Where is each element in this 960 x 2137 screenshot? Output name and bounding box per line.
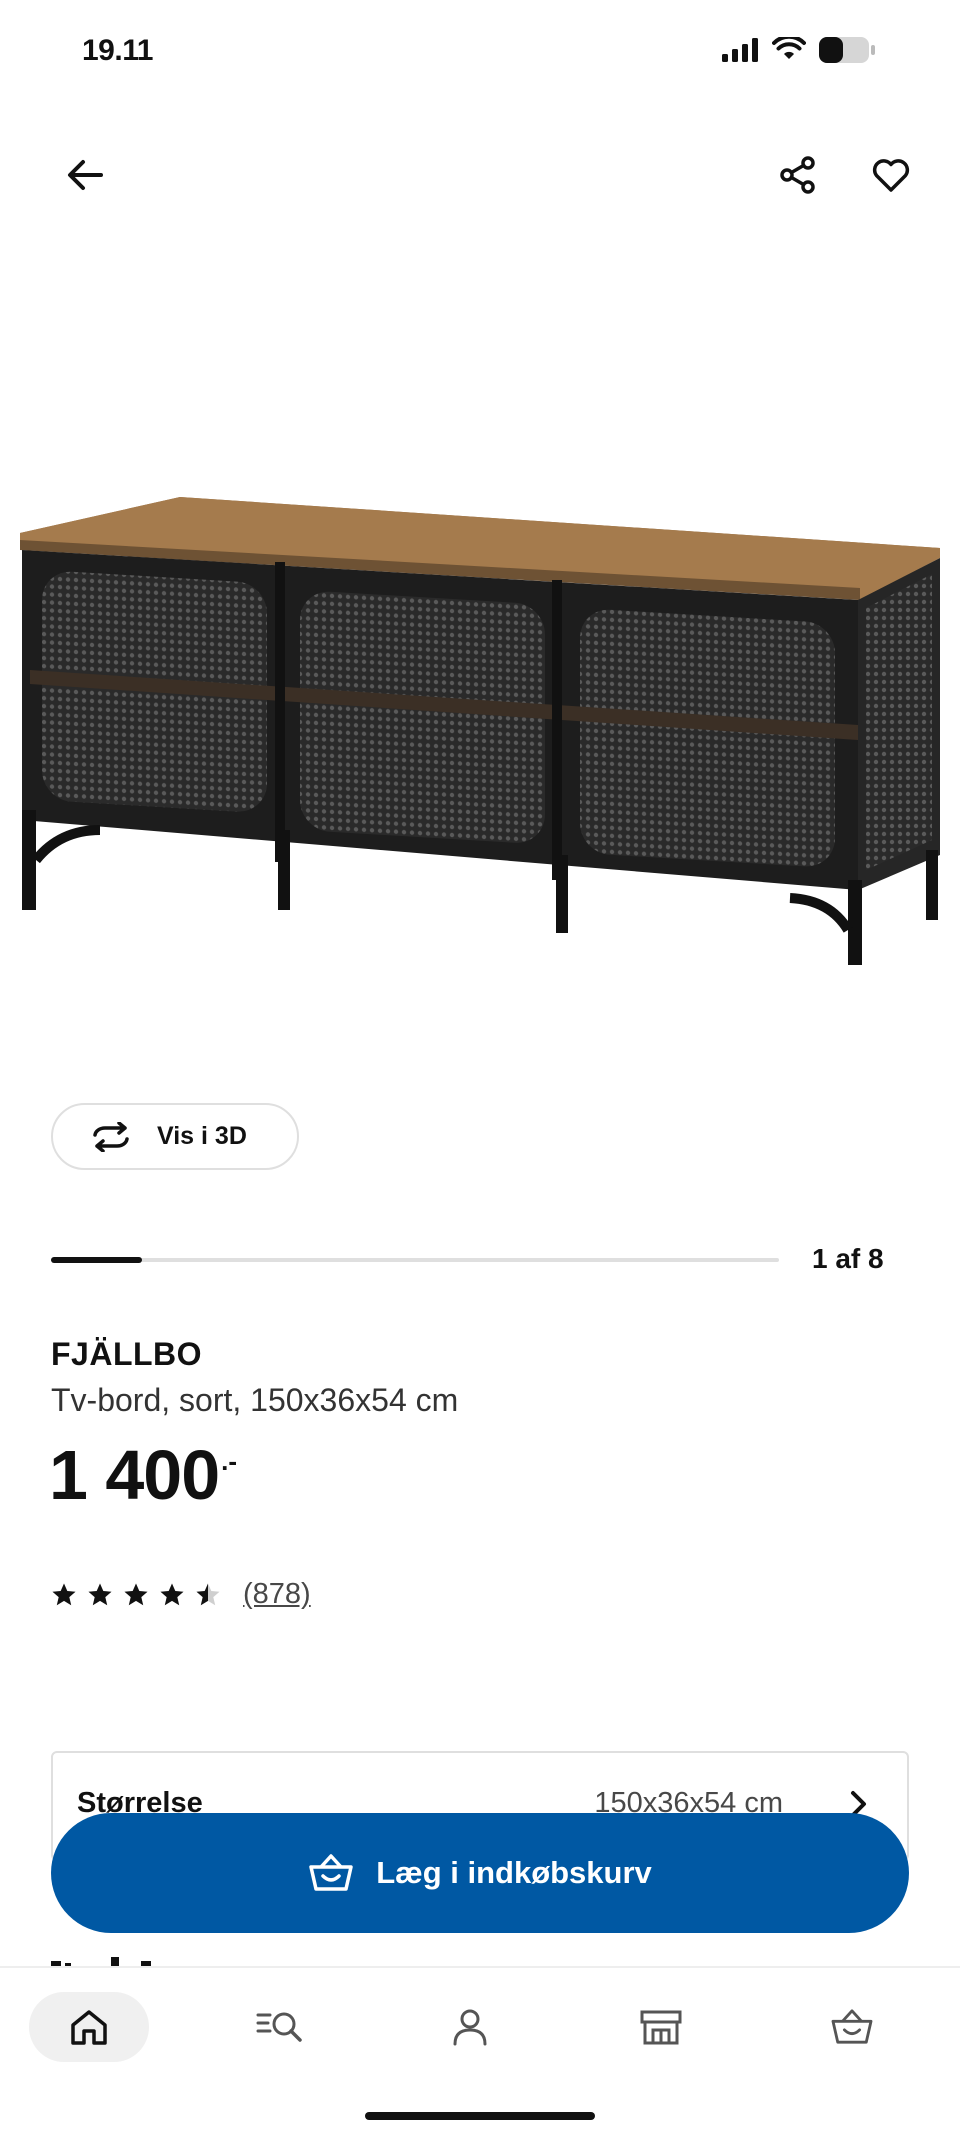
basket-icon	[309, 1854, 353, 1891]
product-price: 1 400 .-	[49, 1440, 237, 1510]
store-icon	[640, 2010, 682, 2045]
product-rating[interactable]: (878)	[51, 1578, 311, 1611]
tab-search[interactable]	[220, 1992, 340, 2062]
star-icon	[160, 1583, 184, 1606]
price-amount: 1 400	[49, 1436, 220, 1514]
home-indicator	[365, 2112, 595, 2120]
rating-stars	[51, 1582, 221, 1607]
star-icon	[124, 1583, 148, 1606]
battery-icon	[819, 37, 875, 63]
wifi-icon	[772, 37, 806, 59]
product-name: FJÄLLBO	[51, 1336, 203, 1372]
status-icons	[722, 36, 876, 64]
star-icon	[52, 1583, 76, 1606]
star-icon	[88, 1583, 112, 1606]
tab-cart[interactable]	[792, 1992, 912, 2062]
review-count-link[interactable]: (878)	[243, 1578, 311, 1611]
gallery-progress-track	[51, 1257, 779, 1263]
back-button[interactable]	[50, 140, 120, 210]
view-3d-button[interactable]: Vis i 3D	[51, 1103, 299, 1170]
tab-store[interactable]	[601, 1992, 721, 2062]
gallery-pager: 1 af 8	[812, 1243, 884, 1274]
top-nav	[0, 140, 960, 210]
tab-home[interactable]	[29, 1992, 149, 2062]
price-suffix: .-	[221, 1446, 238, 1476]
add-to-cart-label: Læg i indkøbskurv	[376, 1855, 652, 1890]
status-time: 19.11	[82, 34, 153, 67]
cart-icon	[831, 2009, 873, 2044]
bottom-tab-bar	[0, 1966, 960, 2137]
rotate-3d-icon	[93, 1121, 129, 1152]
tab-profile[interactable]	[410, 1992, 530, 2062]
star-icon	[196, 1583, 220, 1606]
view-3d-label: Vis i 3D	[157, 1122, 247, 1150]
profile-icon	[453, 2009, 487, 2046]
signal-icon	[722, 38, 758, 62]
share-icon	[780, 156, 815, 194]
add-to-cart-button[interactable]: Læg i indkøbskurv	[51, 1813, 909, 1933]
product-description: Tv-bord, sort, 150x36x54 cm	[51, 1382, 459, 1418]
favorite-button[interactable]	[856, 140, 926, 210]
status-bar: 19.11	[0, 0, 960, 110]
back-arrow-icon	[68, 160, 103, 190]
share-button[interactable]	[763, 140, 833, 210]
home-icon	[71, 2010, 107, 2045]
heart-icon	[872, 159, 910, 192]
product-image[interactable]	[0, 470, 960, 970]
search-icon	[256, 2012, 302, 2042]
gallery-progress-fill	[51, 1257, 142, 1263]
